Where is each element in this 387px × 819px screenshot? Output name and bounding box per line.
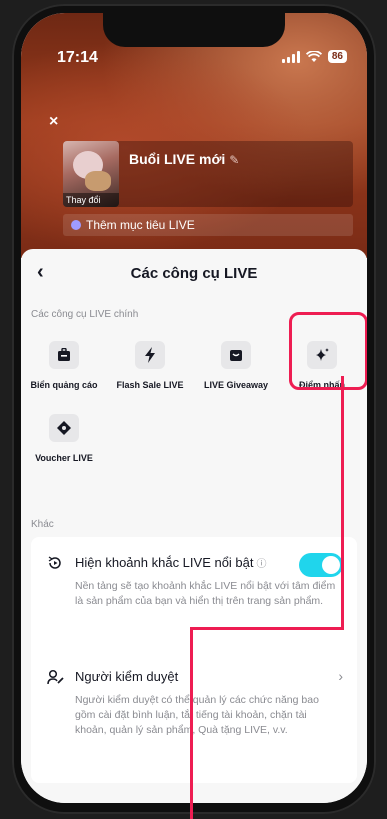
live-title-text: Buổi LIVE mới: [129, 151, 226, 167]
main-tools-section-label: Các công cụ LIVE chính: [31, 309, 139, 320]
change-cover-label: Thay đổi: [63, 193, 119, 207]
goal-label: Thêm mục tiêu LIVE: [86, 218, 195, 232]
goal-icon: [71, 220, 81, 230]
tool-label: Flash Sale LIVE: [116, 380, 184, 390]
other-section-label: Khác: [31, 519, 54, 530]
replay-icon: [48, 556, 61, 569]
annotation-line-vertical: [341, 376, 344, 630]
moderator-description: Người kiểm duyệt có thể quản lý các chức…: [75, 694, 319, 736]
status-time: 17:14: [57, 49, 98, 66]
info-icon[interactable]: ⓘ: [257, 559, 267, 570]
live-cover-card: Thay đổi Buổi LIVE mới ✎: [63, 141, 353, 207]
sheet-header: ‹ Các công cụ LIVE: [21, 249, 367, 297]
tool-label: LIVE Giveaway: [203, 380, 269, 390]
wifi-icon: [305, 50, 322, 62]
sheet-title: Các công cụ LIVE: [130, 265, 258, 282]
notch: [103, 13, 285, 47]
signal-icon: [281, 50, 300, 63]
annotation-line-down: [190, 627, 193, 819]
status-icons: 86: [281, 50, 347, 63]
highlight-moment-description: Nền tảng sẽ tạo khoảnh khắc LIVE nổi bật…: [75, 580, 336, 607]
live-tools-sheet: ‹ Các công cụ LIVE Các công cụ LIVE chín…: [21, 249, 367, 803]
gift-bag-icon: [221, 341, 251, 369]
annotation-line-horizontal: [190, 627, 344, 630]
moderator-icon: [47, 669, 64, 685]
highlight-moment-row: Hiện khoảnh khắc LIVE nổi bật ⓘ: [75, 555, 267, 570]
battery-indicator: 86: [327, 50, 347, 63]
toggle-knob: [322, 556, 340, 574]
screen: 17:14 86 × Thay đổi Buổi LIVE mới ✎ Thêm…: [21, 13, 367, 803]
highlight-annotation-box: [289, 312, 367, 390]
other-settings-card: Hiện khoảnh khắc LIVE nổi bật ⓘ Nền tảng …: [31, 537, 357, 783]
tool-flash-sale[interactable]: Flash Sale LIVE: [107, 341, 193, 390]
tool-live-giveaway[interactable]: LIVE Giveaway: [193, 341, 279, 390]
billboard-icon: [49, 341, 79, 369]
tool-billboard[interactable]: Biển quảng cáo: [21, 341, 107, 390]
cover-thumbnail[interactable]: Thay đổi: [63, 141, 119, 207]
voucher-icon: [49, 414, 79, 442]
tool-voucher-live[interactable]: Voucher LIVE: [21, 414, 107, 463]
chevron-right-icon[interactable]: ›: [338, 668, 343, 684]
tool-label: Voucher LIVE: [35, 453, 93, 463]
live-setup-background: 17:14 86 × Thay đổi Buổi LIVE mới ✎ Thêm…: [21, 13, 367, 258]
close-button[interactable]: ×: [49, 113, 58, 131]
highlight-moment-toggle[interactable]: [299, 553, 343, 577]
tool-label: Biển quảng cáo: [30, 380, 98, 390]
phone-frame: 17:14 86 × Thay đổi Buổi LIVE mới ✎ Thêm…: [12, 4, 376, 814]
moderator-title[interactable]: Người kiểm duyệt: [75, 669, 178, 684]
lightning-icon: [135, 341, 165, 369]
live-title-field[interactable]: Buổi LIVE mới ✎: [129, 151, 239, 167]
add-live-goal-button[interactable]: Thêm mục tiêu LIVE: [63, 214, 353, 236]
edit-pencil-icon: ✎: [229, 153, 240, 167]
highlight-moment-title: Hiện khoảnh khắc LIVE nổi bật: [75, 555, 254, 570]
